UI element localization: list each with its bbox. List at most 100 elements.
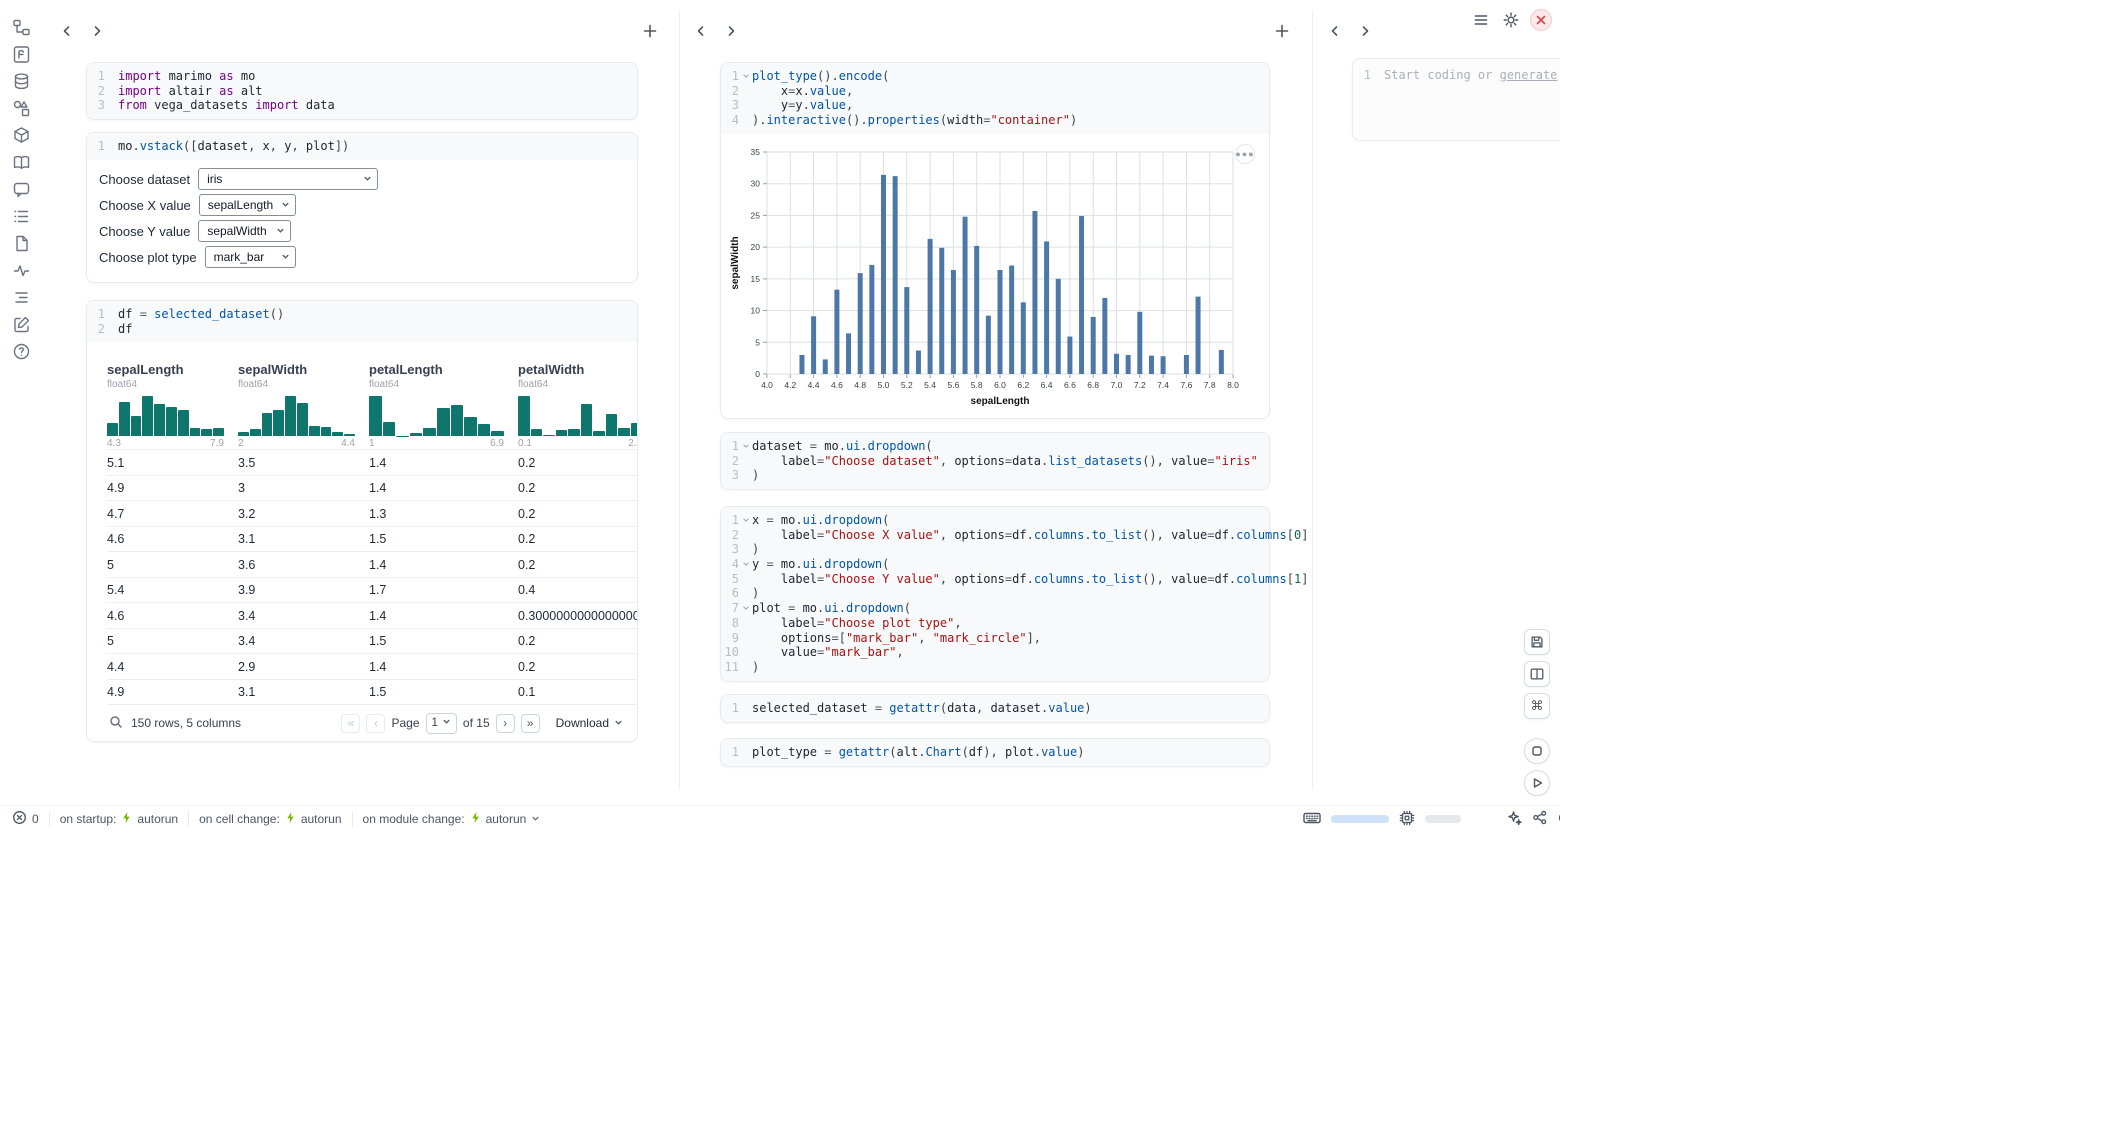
save-button[interactable] [1524, 629, 1550, 655]
select-choose-plot-type[interactable]: mark_bar [205, 246, 296, 268]
column-3-move-left-button[interactable] [1326, 22, 1344, 40]
fold-chevron-icon[interactable] [739, 454, 752, 469]
bar-chart[interactable]: 4.04.24.44.64.85.05.25.45.65.86.06.26.46… [727, 138, 1247, 414]
select-choose-y-value[interactable]: sepalWidth [198, 220, 291, 242]
column-header[interactable]: sepalLengthfloat644.37.9 [107, 362, 238, 449]
file-tree-icon[interactable] [10, 18, 32, 37]
column-2-nav [692, 22, 740, 40]
table-footer: 150 rows, 5 columns«‹Page1of 15›»Downloa… [107, 704, 637, 741]
column-header[interactable]: petalLengthfloat6416.9 [369, 362, 518, 449]
table-cell: 3.5 [238, 456, 369, 470]
code-editor[interactable]: 1plot_type = getattr(alt.Chart(df), plot… [721, 739, 1269, 766]
tracing-icon[interactable] [10, 261, 32, 280]
code-editor[interactable]: 1import marimo as mo2import altair as al… [87, 63, 637, 119]
settings-gear-button[interactable] [1500, 9, 1522, 31]
packages-icon[interactable] [10, 126, 32, 145]
table-row[interactable]: 4.931.40.2setosa [107, 475, 637, 501]
row-count-summary: 150 rows, 5 columns [131, 716, 241, 730]
table-row[interactable]: 53.41.50.2setosa [107, 628, 637, 654]
svg-text:4.8: 4.8 [854, 380, 866, 390]
run-config-item[interactable]: on cell change:autorun [199, 811, 341, 827]
table-search-button[interactable] [109, 715, 123, 732]
fold-chevron-icon[interactable] [739, 113, 752, 128]
cell-new-empty[interactable]: 1Start coding or generate with AI [1352, 58, 1560, 141]
snippets-icon[interactable] [10, 234, 32, 253]
column-2-move-left-button[interactable] [692, 22, 710, 40]
page-select[interactable]: 1 [426, 713, 457, 734]
connection-graph-icon[interactable] [1532, 810, 1547, 828]
table-row[interactable]: 4.93.11.50.1setosa [107, 679, 637, 705]
table-row[interactable]: 53.61.40.2setosa [107, 551, 637, 577]
run-all-button[interactable] [1524, 770, 1550, 796]
variables-icon[interactable] [10, 99, 32, 118]
download-button[interactable]: Download [556, 716, 623, 730]
last-page-button[interactable]: » [521, 714, 540, 733]
notebook-menu-button[interactable] [1470, 9, 1492, 31]
table-row[interactable]: 4.63.41.40.30000000000000004setosa [107, 602, 637, 628]
fold-chevron-icon[interactable] [739, 513, 752, 528]
column-3-move-right-button[interactable] [1356, 22, 1374, 40]
ai-sparkle-icon[interactable] [1507, 810, 1522, 828]
fold-chevron-icon[interactable] [739, 557, 752, 572]
marimo-file-icon[interactable] [10, 45, 32, 64]
keyboard-icon[interactable] [1303, 810, 1321, 829]
generate-with-ai-link[interactable]: generate [1500, 68, 1558, 82]
code-editor[interactable]: 1dataset = mo.ui.dropdown(2 label="Choos… [721, 433, 1269, 489]
code-editor[interactable]: 1df = selected_dataset()2df [87, 301, 637, 342]
fold-chevron-icon[interactable] [739, 586, 752, 601]
keyboard-shortcuts-button[interactable]: ⌘ [1524, 693, 1550, 719]
prev-page-button[interactable]: ‹ [366, 714, 385, 733]
fold-chevron-icon[interactable] [739, 542, 752, 557]
table-row[interactable]: 5.13.51.40.2setosa [107, 449, 637, 475]
documentation-icon[interactable] [10, 153, 32, 172]
code-editor[interactable]: 1mo.vstack([dataset, x, y, plot]) [87, 133, 637, 160]
column-header[interactable]: sepalWidthfloat6424.4 [238, 362, 369, 449]
error-count-chip[interactable]: 0 [12, 810, 39, 828]
fold-chevron-icon[interactable] [739, 468, 752, 483]
run-config-item[interactable]: on startup:autorun [60, 811, 178, 827]
column-1-move-left-button[interactable] [58, 22, 76, 40]
shutdown-close-button[interactable] [1530, 9, 1552, 31]
fold-chevron-icon[interactable] [739, 69, 752, 84]
help-icon[interactable] [10, 342, 32, 361]
table-cell: 0.2 [518, 634, 637, 648]
first-page-button[interactable]: « [341, 714, 360, 733]
column-2-move-right-button[interactable] [722, 22, 740, 40]
fold-chevron-icon[interactable] [739, 601, 752, 616]
next-page-button[interactable]: › [496, 714, 515, 733]
column-header[interactable]: petalWidthfloat640.12.5 [518, 362, 637, 449]
layout-button[interactable] [1524, 661, 1550, 687]
fold-chevron-icon[interactable] [739, 660, 752, 675]
line-number: 3 [721, 98, 739, 113]
fold-chevron-icon[interactable] [739, 572, 752, 587]
column-1-move-right-button[interactable] [88, 22, 106, 40]
column-1-add-cell-button[interactable] [640, 21, 660, 41]
table-row[interactable]: 4.73.21.30.2setosa [107, 500, 637, 526]
table-cell: 3.4 [238, 634, 369, 648]
fold-chevron-icon[interactable] [739, 645, 752, 660]
table-row[interactable]: 4.42.91.40.2setosa [107, 653, 637, 679]
table-row[interactable]: 5.43.91.70.4setosa [107, 577, 637, 603]
column-2-add-cell-button[interactable] [1272, 21, 1292, 41]
select-choose-x-value[interactable]: sepalLength [199, 194, 296, 216]
fold-chevron-icon[interactable] [739, 616, 752, 631]
logs-icon[interactable] [10, 207, 32, 226]
scratchpad-icon[interactable] [10, 315, 32, 334]
fold-chevron-icon[interactable] [739, 631, 752, 646]
app-preview-button[interactable] [1524, 738, 1550, 764]
fold-chevron-icon[interactable] [739, 528, 752, 543]
code-editor[interactable]: 1plot_type().encode(2 x=x.value,3 y=y.va… [721, 63, 1269, 134]
fold-chevron-icon[interactable] [739, 439, 752, 454]
outline-icon[interactable] [10, 288, 32, 307]
table-row[interactable]: 4.63.11.50.2setosa [107, 526, 637, 552]
code-line: 3) [721, 542, 1261, 557]
power-icon[interactable] [1557, 810, 1560, 828]
ai-chat-icon[interactable] [10, 180, 32, 199]
code-editor[interactable]: 1selected_dataset = getattr(data, datase… [721, 695, 1269, 722]
code-editor[interactable]: 1x = mo.ui.dropdown(2 label="Choose X va… [721, 507, 1269, 681]
run-config-item[interactable]: on module change:autorun [363, 811, 541, 827]
fold-chevron-icon[interactable] [739, 98, 752, 113]
select-choose-dataset[interactable]: iris [198, 168, 378, 190]
fold-chevron-icon[interactable] [739, 84, 752, 99]
database-icon[interactable] [10, 72, 32, 91]
